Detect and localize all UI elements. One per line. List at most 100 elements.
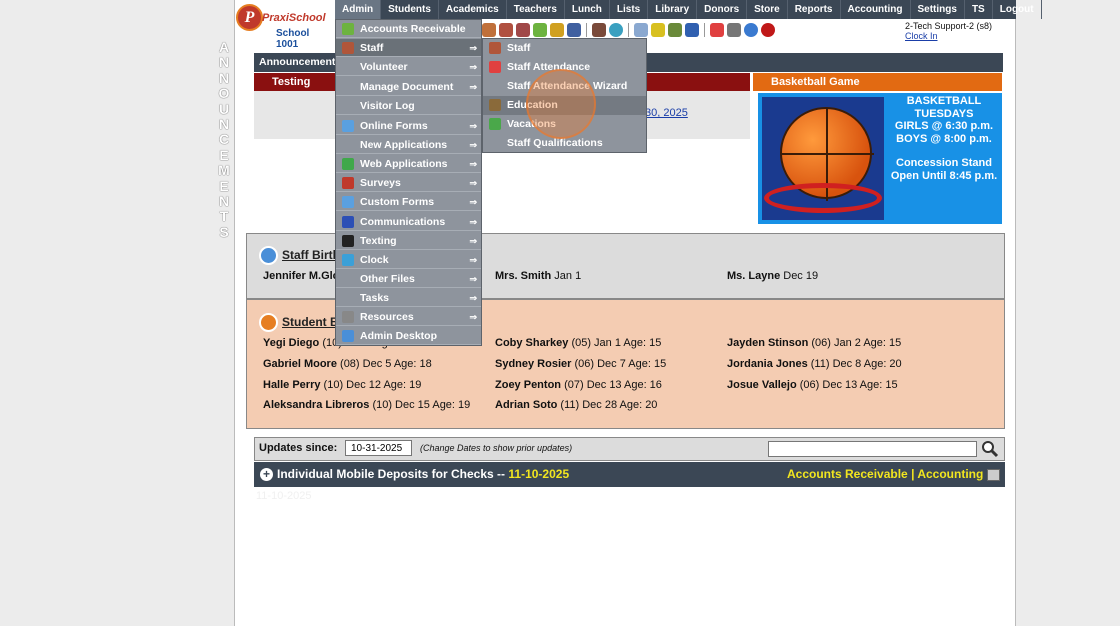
admin-menu-staff[interactable]: Staff ⇒ <box>336 39 481 57</box>
student-birthday-info: (10) Dec 15 Age: 19 <box>372 399 471 412</box>
admin-menu-accounts-receivable[interactable]: Accounts Receivable <box>336 20 481 38</box>
accounts-receivable-link[interactable]: Accounts Receivable <box>787 467 908 481</box>
expand-plus-icon[interactable]: + <box>260 468 273 481</box>
teacher-tool-icon[interactable] <box>499 23 513 37</box>
vertical-letter: T <box>219 208 229 225</box>
admin-menu-communications[interactable]: Communications ⇒ <box>336 213 481 231</box>
student-birthdays-title[interactable]: Student B <box>282 315 339 329</box>
card-tool-icon[interactable] <box>550 23 564 37</box>
submenu-arrow-icon: ⇒ <box>469 255 477 265</box>
nav-accounting[interactable]: Accounting <box>841 0 911 19</box>
accounting-link[interactable]: Accounting <box>917 467 983 481</box>
admin-menu-resources[interactable]: Resources ⇒ <box>336 308 481 326</box>
nav-logout[interactable]: Logout <box>993 0 1042 19</box>
admin-menu-other-files[interactable]: Other Files ⇒ <box>336 270 481 288</box>
staff-submenu-staff[interactable]: Staff <box>483 39 646 58</box>
admin-menu-surveys[interactable]: Surveys ⇒ <box>336 174 481 192</box>
money-tool-icon[interactable] <box>533 23 547 37</box>
barcode-tool-icon[interactable] <box>651 23 665 37</box>
survey-icon <box>342 177 354 189</box>
education-icon <box>489 99 501 111</box>
table-tool-icon[interactable] <box>634 23 648 37</box>
vertical-letter: N <box>218 54 230 71</box>
admin-menu-clock[interactable]: Clock ⇒ <box>336 251 481 269</box>
admin-menu-manage-document[interactable]: Manage Document ⇒ <box>336 78 481 96</box>
clock-icon <box>342 254 354 266</box>
nav-lists[interactable]: Lists <box>610 0 649 19</box>
student-name[interactable]: Jayden Stinson <box>727 337 808 349</box>
staff-birthdays-title[interactable]: Staff Birth <box>282 248 340 262</box>
basketball-rim <box>764 183 882 213</box>
search-input[interactable] <box>768 441 977 457</box>
testing-date-link[interactable]: 30, 2025 <box>645 107 688 119</box>
flyer-line: Open Until 8:45 p.m. <box>890 169 998 182</box>
nav-admin[interactable]: Admin <box>335 0 382 19</box>
updates-since-label: Updates since: <box>259 442 338 454</box>
nav-academics[interactable]: Academics <box>439 0 507 19</box>
student-name[interactable]: Zoey Penton <box>495 379 561 391</box>
power-tool-icon[interactable] <box>761 23 775 37</box>
student-name[interactable]: Halle Perry <box>263 379 320 391</box>
praxischool-logo[interactable]: P PraxiSchool School 1001 <box>236 4 331 50</box>
menu-item-label: Web Applications <box>360 158 448 170</box>
vertical-letter: M <box>218 162 230 179</box>
group-tool-icon[interactable] <box>516 23 530 37</box>
ap-tool-icon[interactable] <box>685 23 699 37</box>
submenu-arrow-icon: ⇒ <box>469 178 477 188</box>
nav-ts[interactable]: TS <box>965 0 993 19</box>
submenu-arrow-icon: ⇒ <box>469 312 477 322</box>
admin-menu-custom-forms[interactable]: Custom Forms ⇒ <box>336 193 481 211</box>
admin-menu-new-applications[interactable]: New Applications ⇒ <box>336 136 481 154</box>
nav-lunch[interactable]: Lunch <box>565 0 610 19</box>
submenu-arrow-icon: ⇒ <box>469 121 477 131</box>
menu-item-label: Manage Document <box>360 81 454 93</box>
student-name[interactable]: Yegi Diego <box>263 337 319 349</box>
admin-menu-online-forms[interactable]: Online Forms ⇒ <box>336 117 481 135</box>
student-name[interactable]: Aleksandra Libreros <box>263 399 369 411</box>
staff-name[interactable]: Ms. Layne <box>727 270 780 282</box>
basketball-announcement-header[interactable]: Basketball Game <box>753 73 1002 91</box>
admin-menu-web-applications[interactable]: Web Applications ⇒ <box>336 155 481 173</box>
nav-store[interactable]: Store <box>747 0 788 19</box>
help-tool-icon[interactable] <box>744 23 758 37</box>
nav-library[interactable]: Library <box>648 0 698 19</box>
menu-item-label: Accounts Receivable <box>360 23 466 35</box>
nav-students[interactable]: Students <box>381 0 439 19</box>
flyer-line: BASKETBALL <box>906 95 982 107</box>
staff-tool-icon[interactable] <box>482 23 496 37</box>
quick-toolbar <box>482 20 775 40</box>
book-tool-icon[interactable] <box>567 23 581 37</box>
staff-name[interactable]: Jennifer M.Glo <box>263 270 339 282</box>
clock-in-link[interactable]: Clock In <box>905 31 992 41</box>
search-icon[interactable] <box>981 440 999 458</box>
settings-tool-icon[interactable] <box>609 23 623 37</box>
student-birthday-info: (11) Dec 28 Age: 20 <box>560 399 658 412</box>
student-name[interactable]: Josue Vallejo <box>727 379 797 391</box>
pdf-tool-icon[interactable] <box>710 23 724 37</box>
nav-settings[interactable]: Settings <box>911 0 965 19</box>
users-tool-icon[interactable] <box>592 23 606 37</box>
student-name[interactable]: Gabriel Moore <box>263 358 337 370</box>
vertical-letter: N <box>218 116 230 133</box>
student-name[interactable]: Jordania Jones <box>727 358 808 370</box>
toolbar-divider <box>586 23 587 37</box>
nav-donors[interactable]: Donors <box>697 0 748 19</box>
printer-tool-icon[interactable] <box>668 23 682 37</box>
user-info: 2-Tech Support-2 (s8) Clock In <box>905 21 992 41</box>
nav-teachers[interactable]: Teachers <box>507 0 565 19</box>
mobile-deposits-title[interactable]: Individual Mobile Deposits for Checks --… <box>277 467 569 481</box>
nav-reports[interactable]: Reports <box>788 0 841 19</box>
admin-menu-texting[interactable]: Texting ⇒ <box>336 232 481 250</box>
admin-menu-volunteer[interactable]: Volunteer ⇒ <box>336 58 481 76</box>
updates-date-input[interactable] <box>345 440 412 456</box>
printer-icon[interactable] <box>987 469 1000 481</box>
student-name[interactable]: Sydney Rosier <box>495 358 571 370</box>
staff-name[interactable]: Mrs. Smith <box>495 270 551 282</box>
admin-menu-visitor-log[interactable]: Visitor Log <box>336 97 481 115</box>
admin-menu-tasks[interactable]: Tasks ⇒ <box>336 289 481 307</box>
student-name[interactable]: Adrian Soto <box>495 399 557 411</box>
student-name[interactable]: Coby Sharkey <box>495 337 568 349</box>
admin-menu-admin-desktop[interactable]: Admin Desktop <box>336 327 481 345</box>
menu-item-label: Custom Forms <box>360 196 435 208</box>
print-tool-icon[interactable] <box>727 23 741 37</box>
